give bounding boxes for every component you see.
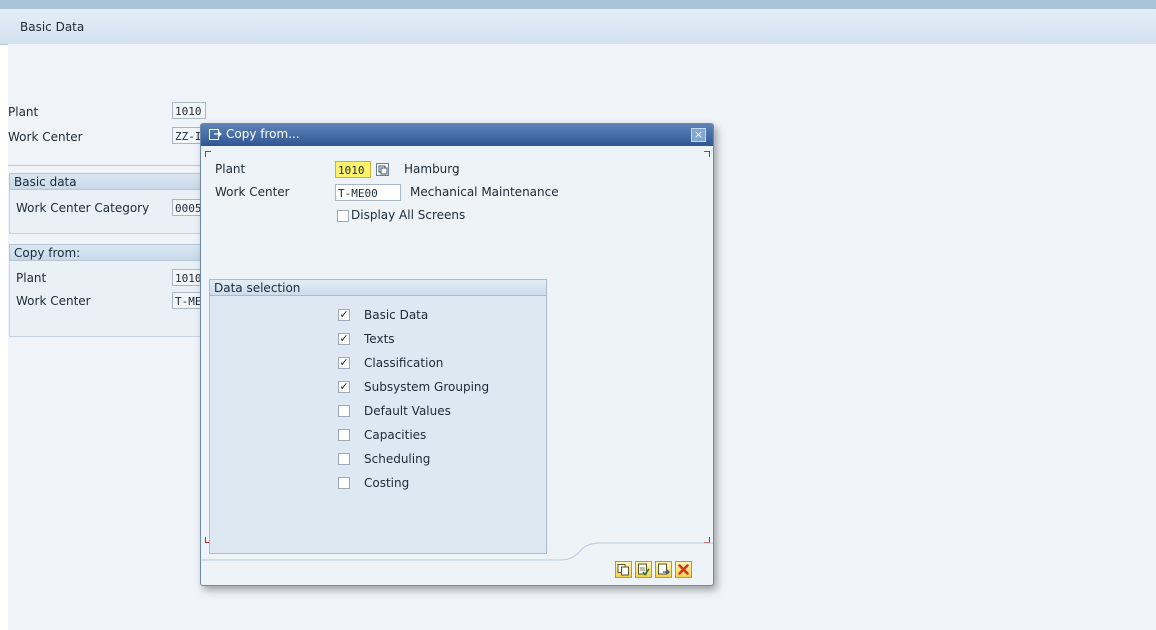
copy-work-center-label: Work Center (16, 294, 91, 308)
work-center-category-label: Work Center Category (16, 201, 150, 215)
data-selection-checkbox[interactable]: ✓ (338, 309, 350, 321)
corner-marker (704, 151, 710, 157)
document-check-icon (638, 563, 650, 576)
data-selection-checkbox[interactable] (338, 429, 350, 441)
cancel-button[interactable] (675, 561, 692, 578)
plant-description: Hamburg (404, 162, 460, 176)
cancel-icon (678, 564, 689, 575)
copy-from-dialog: Copy from... × Plant 1010 Hamburg Work C… (200, 123, 714, 586)
data-selection-checkbox[interactable] (338, 453, 350, 465)
data-selection-group: Data selection ✓ Basic Data ✓ Texts ✓ Classif… (209, 279, 547, 554)
data-selection-checkbox[interactable]: ✓ (338, 357, 350, 369)
display-all-screens-checkbox[interactable] (337, 210, 349, 222)
window-top-strip (0, 0, 1156, 9)
display-all-screens-label: Display All Screens (351, 208, 466, 222)
separator (8, 165, 208, 166)
dialog-title-bar[interactable]: Copy from... × (201, 124, 713, 146)
copy-button[interactable] (615, 561, 632, 578)
basic-data-group-title: Basic data (9, 173, 209, 190)
plant-field[interactable]: 1010 (172, 102, 206, 119)
close-button[interactable]: × (691, 128, 706, 142)
tab-bar: Basic Data (0, 9, 1156, 45)
corner-marker (205, 151, 211, 157)
copy-from-group-title: Copy from: (9, 244, 209, 261)
copy-next-button[interactable] (655, 561, 672, 578)
data-selection-label: Costing (364, 476, 410, 490)
plant-search-help-button[interactable] (376, 163, 389, 176)
dialog-plant-label: Plant (215, 162, 246, 176)
data-selection-checkbox[interactable] (338, 405, 350, 417)
search-help-icon (378, 165, 388, 175)
data-selection-label: Default Values (364, 404, 451, 418)
data-selection-label: Subsystem Grouping (364, 380, 490, 394)
copy-plant-label: Plant (16, 271, 47, 285)
data-selection-label: Texts (364, 332, 395, 346)
plant-label: Plant (8, 105, 39, 119)
data-selection-label: Basic Data (364, 308, 429, 322)
data-selection-checkbox[interactable]: ✓ (338, 381, 350, 393)
dialog-work-center-label: Work Center (215, 185, 290, 199)
data-selection-label: Capacities (364, 428, 427, 442)
dialog-work-center-field[interactable]: T-ME00 (335, 184, 401, 201)
data-selection-label: Scheduling (364, 452, 431, 466)
tab-basic-data[interactable]: Basic Data (20, 20, 84, 34)
work-center-label: Work Center (8, 130, 83, 144)
dialog-button-bar (201, 552, 713, 585)
copy-from-group: Plant 1010 Work Center T-ME (9, 261, 209, 337)
copy-from-icon (209, 129, 222, 140)
copy-icon (617, 564, 629, 576)
document-next-icon (658, 563, 670, 575)
copy-and-check-button[interactable] (635, 561, 652, 578)
dialog-body: Plant 1010 Hamburg Work Center T-ME00 Me… (205, 148, 710, 554)
data-selection-label: Classification (364, 356, 444, 370)
work-center-description: Mechanical Maintenance (410, 185, 559, 199)
data-selection-title: Data selection (210, 280, 546, 296)
dialog-title: Copy from... (226, 127, 300, 141)
basic-data-group: Work Center Category 0005 (9, 190, 209, 234)
data-selection-checkbox[interactable] (338, 477, 350, 489)
dialog-plant-field[interactable]: 1010 (335, 161, 371, 178)
data-selection-checkbox[interactable]: ✓ (338, 333, 350, 345)
